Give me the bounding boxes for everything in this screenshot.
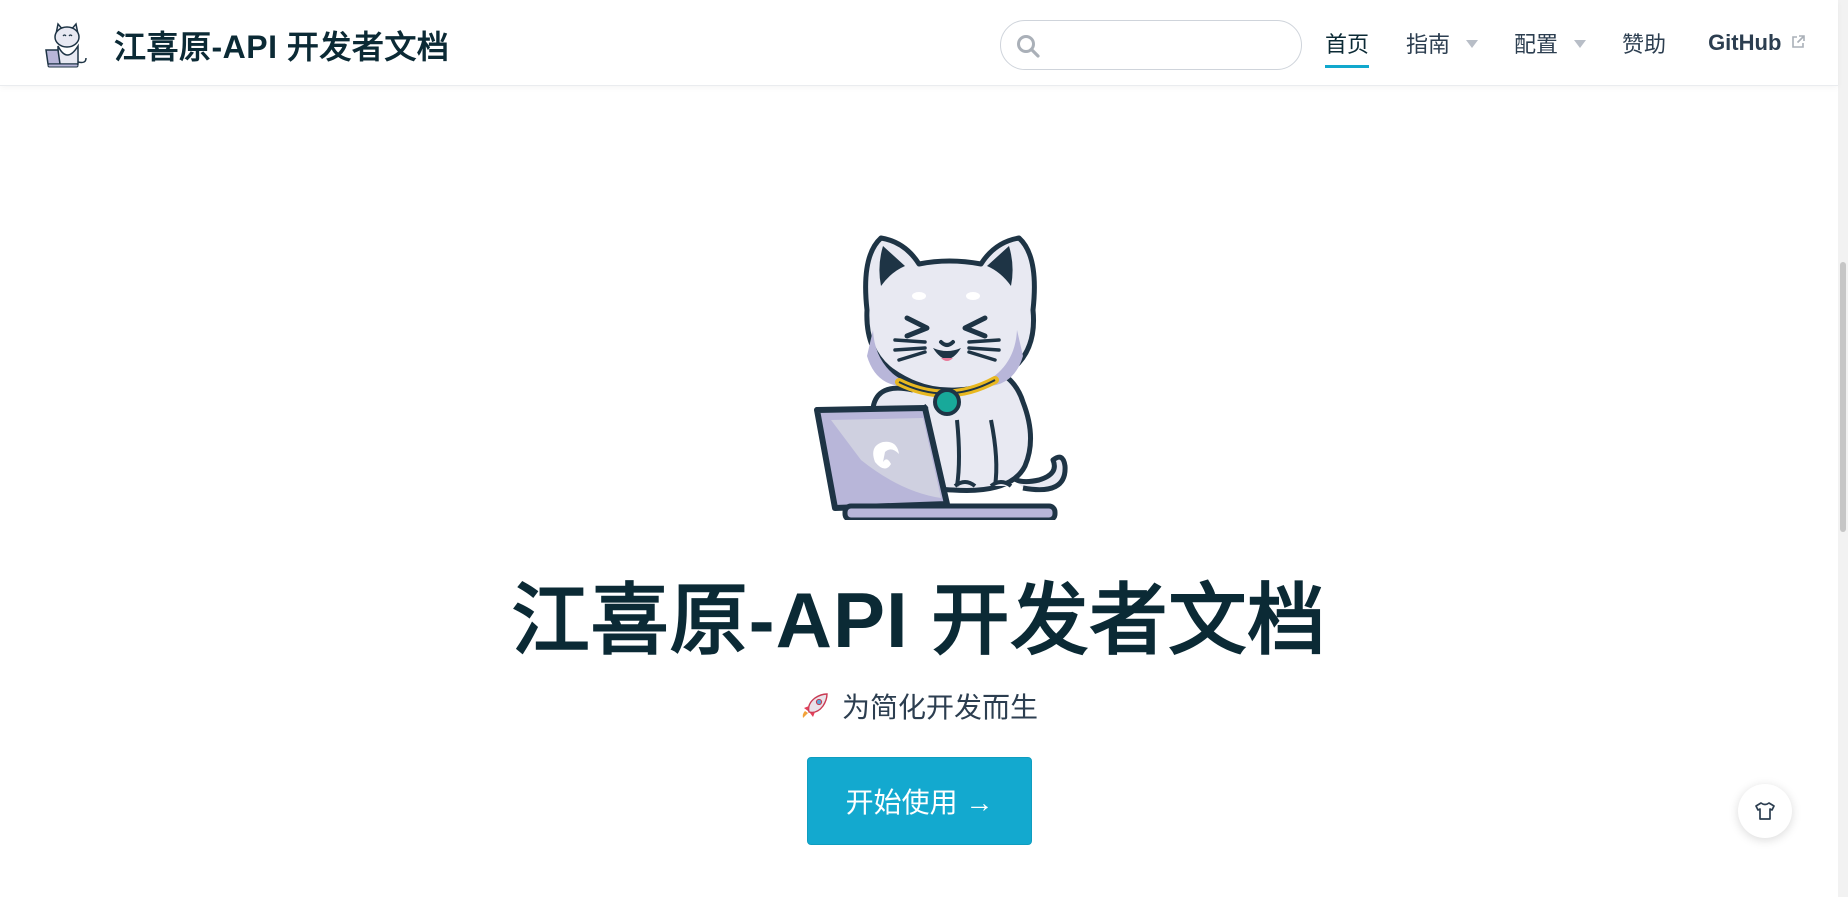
home-brand-link[interactable]: 江喜原-API 开发者文档 (42, 20, 449, 70)
scrollbar-thumb[interactable] (1840, 262, 1846, 532)
nav-github-label: GitHub (1708, 30, 1782, 55)
nav-sponsor-label: 赞助 (1622, 32, 1667, 57)
rocket-icon (802, 693, 828, 718)
search-input[interactable] (1051, 29, 1287, 61)
page-scrollbar[interactable] (1838, 0, 1848, 897)
nav-guide-label: 指南 (1406, 32, 1451, 57)
nav-home-label: 首页 (1325, 32, 1370, 57)
nav-guide-dropdown[interactable]: 指南 (1406, 27, 1479, 59)
nav-config-label: 配置 (1514, 32, 1559, 57)
cat-with-laptop-illustration (814, 235, 1068, 520)
hero-title: 江喜原-API 开发者文档 (511, 576, 1327, 664)
site-title: 江喜原-API 开发者文档 (114, 29, 450, 65)
external-link-icon (1792, 35, 1806, 48)
nav-github-link[interactable]: GitHub (1708, 30, 1806, 56)
nav-config-dropdown[interactable]: 配置 (1514, 27, 1587, 59)
cat-logo-icon (45, 22, 87, 68)
hero-tagline: 为简化开发而生 (0, 686, 1838, 726)
hero-tagline-text: 为简化开发而生 (841, 692, 1038, 723)
navbar: 江喜原-API 开发者文档 首页 指南 配置 赞助 GitHub (0, 0, 1838, 86)
search-icon (1017, 35, 1040, 58)
shirt-icon (1755, 802, 1775, 820)
theme-toggle-button[interactable] (1738, 784, 1792, 838)
nav-links: 首页 指南 配置 赞助 GitHub (1325, 0, 1806, 86)
chevron-down-icon (1466, 40, 1479, 48)
nav-home-link[interactable]: 首页 (1325, 27, 1370, 68)
chevron-down-icon (1574, 40, 1587, 48)
get-started-button[interactable]: 开始使用 → (807, 757, 1032, 845)
nav-sponsor-link[interactable]: 赞助 (1622, 27, 1666, 59)
search-box[interactable] (1000, 20, 1302, 70)
